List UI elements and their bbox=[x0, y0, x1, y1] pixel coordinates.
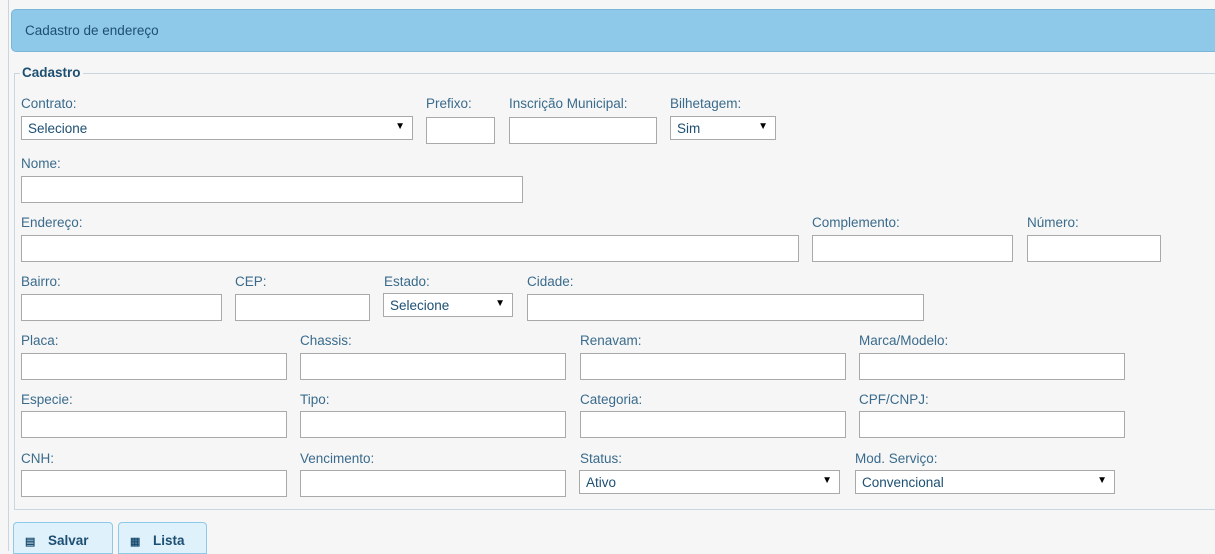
chevron-down-icon: ▼ bbox=[758, 121, 768, 132]
marca-modelo-input[interactable] bbox=[859, 353, 1125, 380]
chevron-down-icon: ▼ bbox=[1097, 475, 1107, 486]
complemento-input[interactable] bbox=[812, 235, 1013, 262]
categoria-input[interactable] bbox=[580, 411, 846, 438]
vencimento-input[interactable] bbox=[300, 470, 566, 497]
cep-label: CEP: bbox=[235, 274, 267, 289]
chassis-label: Chassis: bbox=[300, 333, 352, 348]
chevron-down-icon: ▼ bbox=[495, 298, 505, 309]
nome-label: Nome: bbox=[21, 156, 61, 171]
bairro-label: Bairro: bbox=[21, 274, 61, 289]
prefixo-input[interactable] bbox=[426, 117, 495, 144]
placa-input[interactable] bbox=[21, 353, 287, 380]
placa-label: Placa: bbox=[21, 333, 59, 348]
save-button-label: Salvar bbox=[48, 533, 89, 548]
fieldset-legend: Cadastro bbox=[20, 65, 83, 80]
estado-select-value: Selecione bbox=[390, 298, 450, 313]
page-border bbox=[8, 0, 9, 551]
renavam-input[interactable] bbox=[580, 353, 846, 380]
tipo-input[interactable] bbox=[300, 411, 566, 438]
categoria-label: Categoria: bbox=[580, 392, 643, 407]
panel-title: Cadastro de endereço bbox=[25, 23, 159, 38]
contrato-select-value: Selecione bbox=[28, 121, 88, 136]
complemento-label: Complemento: bbox=[812, 215, 900, 230]
endereco-label: Endereço: bbox=[21, 215, 83, 230]
estado-select[interactable]: Selecione ▼ bbox=[383, 293, 513, 317]
chassis-input[interactable] bbox=[300, 353, 566, 380]
bilhetagem-label: Bilhetagem: bbox=[670, 96, 742, 111]
list-icon: ▦ bbox=[130, 536, 141, 548]
prefixo-label: Prefixo: bbox=[426, 96, 472, 111]
especie-input[interactable] bbox=[21, 411, 287, 438]
list-button-label: Lista bbox=[153, 533, 185, 548]
cnh-input[interactable] bbox=[21, 470, 287, 497]
status-select-value: Ativo bbox=[586, 475, 617, 490]
bairro-input[interactable] bbox=[21, 294, 222, 321]
contrato-select[interactable]: Selecione ▼ bbox=[21, 116, 413, 140]
cidade-label: Cidade: bbox=[527, 274, 574, 289]
tipo-label: Tipo: bbox=[300, 392, 330, 407]
list-button[interactable]: ▦ Lista bbox=[118, 522, 207, 554]
inscricao-label: Inscrição Municipal: bbox=[509, 96, 628, 111]
estado-label: Estado: bbox=[384, 274, 430, 289]
mod-servico-label: Mod. Serviço: bbox=[855, 451, 938, 466]
panel-header: Cadastro de endereço bbox=[11, 9, 1215, 52]
cpf-cnpj-label: CPF/CNPJ: bbox=[859, 392, 929, 407]
renavam-label: Renavam: bbox=[580, 333, 642, 348]
save-icon: ▤ bbox=[25, 536, 36, 548]
bilhetagem-select-value: Sim bbox=[677, 121, 701, 136]
mod-servico-select[interactable]: Convencional ▼ bbox=[855, 470, 1115, 494]
contrato-label: Contrato: bbox=[21, 96, 77, 111]
cpf-cnpj-input[interactable] bbox=[859, 411, 1125, 438]
numero-input[interactable] bbox=[1027, 235, 1161, 262]
chevron-down-icon: ▼ bbox=[822, 475, 832, 486]
cidade-input[interactable] bbox=[527, 294, 924, 321]
especie-label: Especie: bbox=[21, 392, 73, 407]
marca-modelo-label: Marca/Modelo: bbox=[859, 333, 949, 348]
fieldset-border-left bbox=[14, 73, 15, 510]
cep-input[interactable] bbox=[235, 294, 370, 321]
status-label: Status: bbox=[580, 451, 623, 466]
fieldset-border-top bbox=[14, 73, 1215, 74]
vencimento-label: Vencimento: bbox=[300, 451, 375, 466]
cnh-label: CNH: bbox=[21, 451, 54, 466]
inscricao-input[interactable] bbox=[509, 117, 657, 144]
bilhetagem-select[interactable]: Sim ▼ bbox=[670, 116, 776, 140]
nome-input[interactable] bbox=[21, 176, 523, 203]
fieldset-border-bottom bbox=[14, 509, 1215, 510]
numero-label: Número: bbox=[1027, 215, 1079, 230]
endereco-input[interactable] bbox=[21, 235, 799, 262]
chevron-down-icon: ▼ bbox=[395, 121, 405, 132]
status-select[interactable]: Ativo ▼ bbox=[579, 470, 840, 494]
save-button[interactable]: ▤ Salvar bbox=[13, 522, 113, 554]
mod-servico-select-value: Convencional bbox=[862, 475, 944, 490]
